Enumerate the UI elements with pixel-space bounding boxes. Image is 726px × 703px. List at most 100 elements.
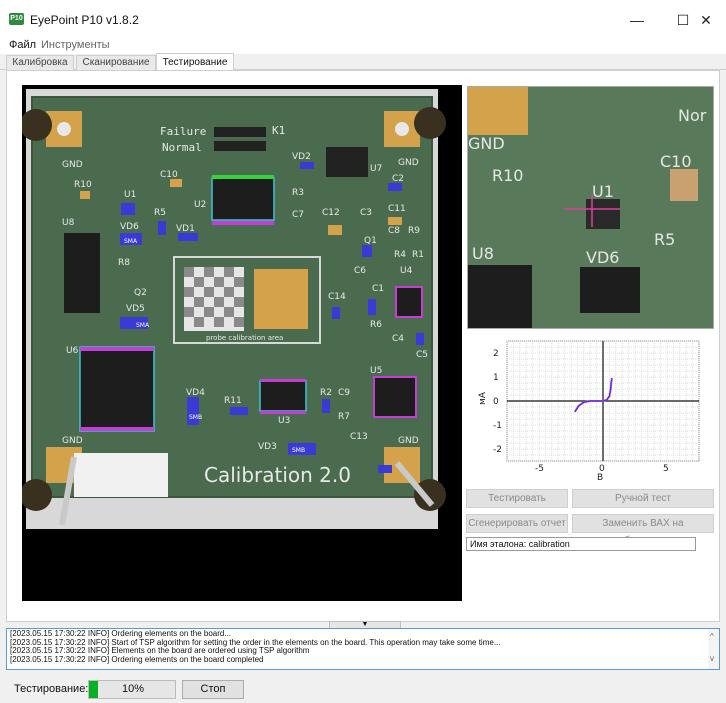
- c7-label: C7: [292, 210, 304, 220]
- testing-progress-bar: 10%: [88, 680, 176, 699]
- zoom-gnd-label: GND: [468, 134, 505, 153]
- menu-file[interactable]: Файл: [9, 39, 36, 51]
- vd1-label: VD1: [176, 224, 195, 234]
- zoom-r5-label: R5: [654, 230, 675, 249]
- board-image-view[interactable]: GND GND R10 U1 C10 U2 VD2 U7 C2 R3 C7 C1…: [22, 85, 462, 601]
- stop-button[interactable]: Стоп: [182, 680, 244, 699]
- u1-label: U1: [124, 190, 136, 200]
- testing-status-label: Тестирование:: [14, 683, 89, 695]
- q2-label: Q2: [134, 288, 147, 298]
- c5-label: C5: [416, 350, 428, 360]
- r6-label: R6: [370, 320, 382, 330]
- x-tick-5: 5: [663, 464, 669, 474]
- c3-label: C3: [360, 208, 372, 218]
- vd5-package: SMA: [136, 322, 150, 329]
- iv-chart: 2 1 0 -1 -2 -5 0 5 В мА: [478, 340, 700, 483]
- r2-label: R2: [320, 388, 332, 398]
- tab-scanning[interactable]: Сканирование: [76, 55, 156, 70]
- replace-iv-button[interactable]: Заменить ВАХ на отображенную: [572, 514, 714, 546]
- c10-label: C10: [160, 170, 178, 180]
- failure-label: Failure: [160, 125, 206, 138]
- iv-chart-panel: 2 1 0 -1 -2 -5 0 5 В мА: [467, 333, 714, 483]
- c4-label: C4: [392, 334, 404, 344]
- app-icon: P10: [9, 13, 24, 25]
- u6-label: U6: [66, 346, 79, 356]
- progress-text: 10%: [121, 683, 145, 695]
- gnd-top-right-label: GND: [398, 158, 419, 168]
- c1-label: C1: [372, 284, 384, 294]
- zoom-r10-label: R10: [492, 166, 523, 185]
- scroll-up-icon[interactable]: ^: [710, 632, 714, 642]
- c11-label: C11: [388, 204, 406, 214]
- x-axis-label: В: [597, 473, 603, 483]
- k1-label: K1: [272, 124, 285, 137]
- log-scrollbar[interactable]: ^ v: [708, 629, 719, 669]
- r4-label: R4: [394, 250, 406, 260]
- test-button[interactable]: Тестировать: [466, 489, 568, 508]
- window-title: EyePoint P10 v1.8.2: [30, 13, 139, 27]
- vd2-label: VD2: [292, 152, 311, 162]
- vd6-package: SMA: [124, 238, 138, 245]
- u7-label: U7: [370, 164, 382, 174]
- r11-label: R11: [224, 396, 242, 406]
- close-button[interactable]: ✕: [686, 6, 726, 34]
- menu-tools[interactable]: Инструменты: [41, 39, 110, 51]
- normal-label: Normal: [162, 141, 202, 154]
- manual-test-button[interactable]: Ручной тест: [572, 489, 714, 508]
- u2-label: U2: [194, 200, 206, 210]
- gnd-bottom-right-label: GND: [398, 436, 419, 446]
- vd4-label: VD4: [186, 388, 205, 398]
- u8-label: U8: [62, 218, 75, 228]
- c8-label: C8: [388, 226, 400, 236]
- board-image: GND GND R10 U1 C10 U2 VD2 U7 C2 R3 C7 C1…: [22, 85, 462, 601]
- y-axis-label: мА: [478, 391, 488, 405]
- calibration-title: Calibration 2.0: [204, 463, 351, 487]
- reference-name-field[interactable]: Имя эталона: calibration: [466, 537, 696, 551]
- gnd-bottom-left-label: GND: [62, 436, 83, 446]
- r1-label: R1: [412, 250, 424, 260]
- u3-label: U3: [278, 416, 290, 426]
- r10-label: R10: [74, 180, 92, 190]
- q1-label: Q1: [364, 236, 377, 246]
- menu-bar: Файл Инструменты: [0, 36, 726, 54]
- y-tick-neg1: -1: [493, 421, 502, 431]
- status-bar: Тестирование: 10% Стоп: [0, 672, 726, 703]
- tab-testing[interactable]: Тестирование: [156, 53, 234, 71]
- gnd-top-left-label: GND: [62, 160, 83, 170]
- zoom-u1-label: U1: [592, 182, 614, 201]
- zoom-vd6-label: VD6: [586, 248, 619, 267]
- c14-label: C14: [328, 292, 346, 302]
- u4-label: U4: [400, 266, 413, 276]
- c12-label: C12: [322, 208, 340, 218]
- u5-label: U5: [370, 366, 382, 376]
- c2-label: C2: [392, 174, 404, 184]
- vd6-label: VD6: [120, 222, 139, 232]
- scroll-down-icon[interactable]: v: [710, 654, 714, 664]
- r8-label: R8: [118, 258, 130, 268]
- tab-bar: Калибровка Сканирование Тестирование: [0, 53, 726, 71]
- tab-calibration[interactable]: Калибровка: [6, 55, 74, 70]
- c6-label: C6: [354, 266, 366, 276]
- y-tick-neg2: -2: [493, 445, 502, 455]
- zoom-view: GND R10 C10 U1 R5 U8 VD6 Nor: [467, 86, 714, 329]
- r3-label: R3: [292, 188, 304, 198]
- y-tick-2: 2: [493, 349, 499, 359]
- y-tick-0: 0: [493, 397, 499, 407]
- x-tick-neg5: -5: [535, 464, 544, 474]
- vd5-label: VD5: [126, 304, 145, 314]
- log-line: [2023.05.15 17:30:22 INFO] Ordering elem…: [10, 654, 264, 664]
- title-bar: P10 EyePoint P10 v1.8.2 — ☐ ✕: [0, 0, 726, 36]
- zoom-c10-label: C10: [660, 152, 692, 171]
- zoom-image: GND R10 C10 U1 R5 U8 VD6 Nor: [468, 87, 713, 328]
- c13-label: C13: [350, 432, 368, 442]
- zoom-u8-label: U8: [472, 244, 494, 263]
- log-panel[interactable]: [2023.05.15 17:30:22 INFO] Ordering elem…: [6, 628, 720, 670]
- r5-label: R5: [154, 208, 166, 218]
- vd3-label: VD3: [258, 442, 277, 452]
- vd3-package: SMB: [292, 447, 305, 454]
- vd4-package: SMB: [189, 414, 202, 421]
- probe-area-label: probe calibration area: [206, 334, 283, 342]
- c9-label: C9: [338, 388, 350, 398]
- minimize-button[interactable]: —: [614, 6, 660, 34]
- generate-report-button[interactable]: Сгенерировать отчет: [466, 514, 568, 533]
